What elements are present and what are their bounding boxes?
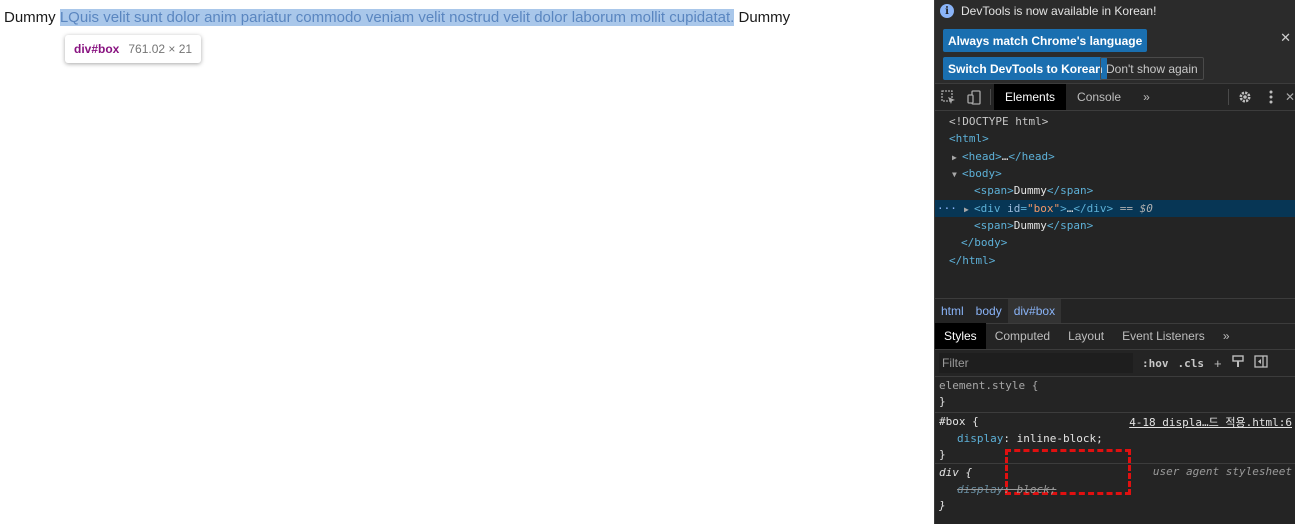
- tab-styles[interactable]: Styles: [935, 323, 986, 349]
- doctype-text: <!DOCTYPE html>: [949, 115, 1049, 128]
- div-rule-declaration[interactable]: display: block;: [957, 482, 1056, 498]
- body-close-tag: </body>: [961, 236, 1008, 249]
- gear-icon[interactable]: [1232, 84, 1258, 110]
- language-infobar: i DevTools is now available in Korean! ✕…: [935, 0, 1295, 84]
- head-tag: <head>: [962, 150, 1002, 163]
- div-attr-name: id: [1007, 202, 1021, 215]
- more-subtabs-icon[interactable]: »: [1214, 323, 1239, 349]
- expand-triangle-icon[interactable]: ▶: [952, 149, 962, 166]
- tab-event-listeners[interactable]: Event Listeners: [1113, 323, 1214, 349]
- dom-span-1[interactable]: <span>Dummy</span>: [935, 182, 1295, 199]
- span-dummy-after: Dummy: [738, 9, 791, 26]
- selected-marker: == $0: [1119, 202, 1153, 215]
- more-tabs-icon[interactable]: »: [1132, 84, 1161, 110]
- more-actions-icon[interactable]: ···: [937, 200, 957, 217]
- element-style-selector[interactable]: element.style {: [939, 378, 1038, 394]
- dom-doctype[interactable]: <!DOCTYPE html>: [935, 113, 1295, 130]
- hov-toggle[interactable]: :hov: [1142, 357, 1169, 370]
- dom-tree: <!DOCTYPE html> <html> ▶ <head>…</head> ▼…: [935, 111, 1295, 297]
- breadcrumb-html[interactable]: html: [935, 299, 970, 323]
- element-style-close: }: [939, 395, 946, 408]
- dom-div-box-selected[interactable]: ··· ▶ <div id="box">…</div> == $0: [935, 200, 1295, 217]
- rule-div-ua: div { user agent stylesheet display: blo…: [935, 464, 1295, 514]
- devtools-panel: i DevTools is now available in Korean! ✕…: [934, 0, 1295, 524]
- div-rule-selector[interactable]: div {: [939, 465, 972, 481]
- info-icon: i: [940, 4, 954, 18]
- div-open-tag: <div: [974, 202, 1008, 215]
- box-prop-value[interactable]: inline-block;: [1017, 432, 1103, 445]
- close-icon[interactable]: ✕: [1280, 30, 1291, 46]
- rule-element-style: element.style { }: [935, 377, 1295, 413]
- dont-show-again-button[interactable]: Don't show again: [1100, 57, 1204, 80]
- kebab-menu-icon[interactable]: [1258, 84, 1284, 110]
- expand-triangle-icon[interactable]: ▶: [964, 201, 974, 218]
- span-close-tag: </span>: [1046, 219, 1094, 232]
- device-toolbar-icon[interactable]: [961, 84, 987, 110]
- styles-subtabs: Styles Computed Layout Event Listeners »: [935, 323, 1295, 350]
- infobar-message-line: i DevTools is now available in Korean!: [940, 4, 1156, 18]
- span-open-tag: <span>: [974, 184, 1014, 197]
- breadcrumb-div-box[interactable]: div#box: [1007, 299, 1062, 323]
- span-text: Dummy: [1013, 184, 1047, 197]
- tab-layout[interactable]: Layout: [1059, 323, 1113, 349]
- close-devtools-icon[interactable]: ✕: [1284, 84, 1295, 110]
- toolbar-separator: [1228, 89, 1229, 105]
- span-dummy-before: Dummy: [4, 9, 56, 26]
- page-content-line: Dummy LQuis velit sunt dolor anim pariat…: [4, 8, 790, 27]
- switch-to-korean-button[interactable]: Switch DevTools to Korean: [943, 57, 1108, 80]
- rule-box: #box { 4-18 displa…드 적용.html:6 display: …: [935, 413, 1295, 495]
- span-text: Dummy: [1013, 219, 1047, 232]
- box-rule-source-link[interactable]: 4-18 displa…드 적용.html:6: [1129, 414, 1292, 430]
- head-close-tag: </head>: [1008, 150, 1055, 163]
- div-prop-value: block;: [1016, 483, 1057, 496]
- div-prop-name: display: [957, 483, 1004, 496]
- html-close-tag: </html>: [949, 254, 996, 267]
- breadcrumb-body[interactable]: body: [970, 299, 1008, 323]
- paint-brush-icon[interactable]: [1231, 355, 1244, 371]
- box-rule-close: }: [939, 448, 946, 461]
- div-attr-value: "box": [1027, 202, 1061, 215]
- dom-body-close[interactable]: </body>: [935, 234, 1295, 251]
- tooltip-tag: div#box: [74, 42, 120, 56]
- dom-head[interactable]: ▶ <head>…</head>: [935, 148, 1295, 165]
- dom-span-2[interactable]: <span>Dummy</span>: [935, 217, 1295, 234]
- breadcrumb: html body div#box: [935, 298, 1295, 324]
- always-match-language-button[interactable]: Always match Chrome's language: [943, 29, 1148, 52]
- toggle-sidebar-icon[interactable]: [1253, 355, 1268, 371]
- styles-filter-input[interactable]: [939, 353, 1133, 373]
- div-box-highlighted[interactable]: LQuis velit sunt dolor anim pariatur com…: [59, 9, 735, 26]
- dom-body-open[interactable]: ▼ <body>: [935, 165, 1295, 182]
- styles-filterbar: :hov .cls +: [935, 350, 1295, 377]
- div-rule-close: }: [939, 499, 946, 512]
- cls-toggle[interactable]: .cls: [1178, 357, 1205, 370]
- html-open-tag: <html>: [949, 132, 989, 145]
- box-rule-selector[interactable]: #box {: [939, 414, 979, 430]
- toolbar-separator: [990, 89, 991, 105]
- div-gt: >: [1060, 202, 1067, 215]
- span-close-tag: </span>: [1046, 184, 1094, 197]
- dom-html-open[interactable]: <html>: [935, 130, 1295, 147]
- div-close-tag: </div>: [1073, 202, 1114, 215]
- inspect-element-icon[interactable]: [935, 84, 961, 110]
- infobar-message: DevTools is now available in Korean!: [961, 4, 1157, 18]
- tab-console[interactable]: Console: [1066, 84, 1132, 110]
- collapse-triangle-icon[interactable]: ▼: [952, 166, 962, 183]
- page-viewport: Dummy LQuis velit sunt dolor anim pariat…: [0, 0, 934, 524]
- devtools-toolbar: Elements Console » ✕: [935, 84, 1295, 111]
- span-open-tag: <span>: [974, 219, 1014, 232]
- box-rule-declaration[interactable]: display: inline-block;: [957, 431, 1103, 447]
- tab-computed[interactable]: Computed: [986, 323, 1059, 349]
- user-agent-stylesheet-label: user agent stylesheet: [1152, 465, 1292, 478]
- inspect-tooltip: div#box 761.02 × 21: [65, 35, 202, 63]
- dom-html-close[interactable]: </html>: [935, 252, 1295, 269]
- box-prop-name[interactable]: display: [957, 432, 1003, 445]
- tooltip-dimensions: 761.02 × 21: [128, 42, 193, 56]
- body-open-tag: <body>: [962, 167, 1002, 180]
- tab-elements[interactable]: Elements: [994, 84, 1067, 110]
- add-rule-icon[interactable]: +: [1214, 356, 1222, 371]
